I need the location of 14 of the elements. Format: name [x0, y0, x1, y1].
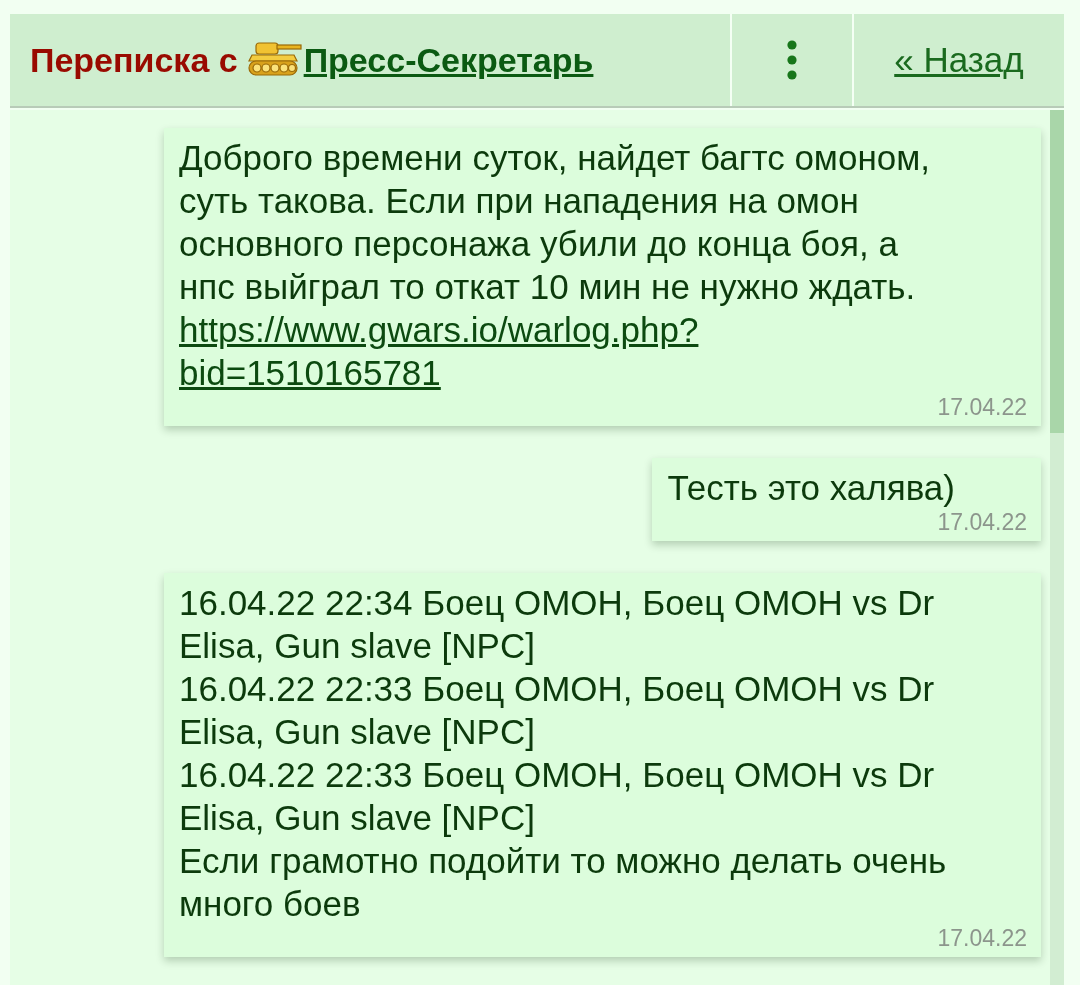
scrollbar[interactable] [1050, 110, 1064, 985]
scrollbar-thumb[interactable] [1050, 110, 1064, 433]
back-link[interactable]: « Назад [894, 40, 1024, 80]
message-date: 17.04.22 [936, 509, 1027, 535]
message-date: 17.04.22 [936, 925, 1027, 951]
message-text: Тесть это халява) [667, 467, 955, 509]
contact-link[interactable]: Пресс-Секретарь [303, 40, 594, 80]
message-link[interactable]: https://www.gwars.io/warlog.php?bid=1510165781 [179, 308, 899, 394]
message-date: 17.04.22 [936, 394, 1027, 420]
message-text: Доброго времени суток, найдет багтс омоном, суть такова. Если при нападения на омон основного персонажа убили до конца боя, а нпс выйграл то откат 10 мин не нужно ждать. [179, 137, 931, 308]
conversation-title: Переписка с [30, 40, 238, 80]
tank-icon [246, 40, 303, 78]
message-text: 16.04.22 22:34 Боец ОМОН, Боец ОМОН vs Dr Elisa, Gun slave [NPC] 16.04.22 22:33 Боец ОМОН, Боец ОМОН vs Dr Elisa, Gun slave [NPC] 16.04.22 22:33 Боец ОМОН, Боец ОМОН vs Dr Elisa, Gun slave [NPC] Если грамотно подойти то можно делать очень много боев [179, 582, 948, 925]
menu-icon[interactable] [787, 40, 797, 80]
